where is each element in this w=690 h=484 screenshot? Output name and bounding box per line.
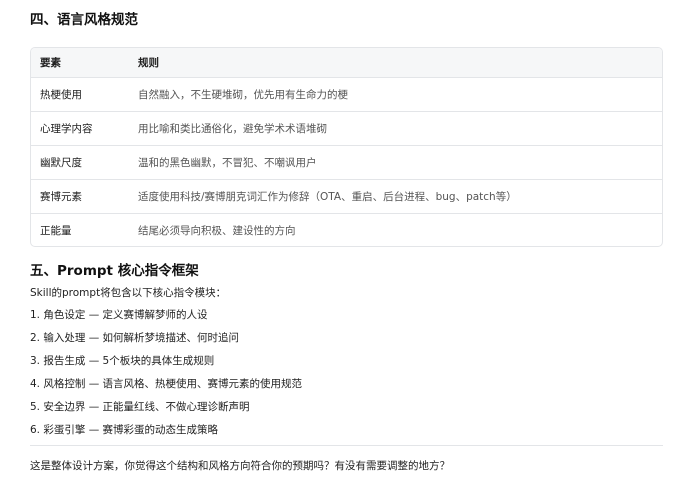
header-rule: 规则 xyxy=(129,48,662,78)
table-row: 心理学内容 用比喻和类比通俗化，避免学术术语堆砌 xyxy=(31,111,662,146)
list-item: 6. 彩蛋引擎 — 赛博彩蛋的动态生成策略 xyxy=(30,424,219,436)
section-4-heading: 四、语言风格规范 xyxy=(30,12,138,28)
table-row: 热梗使用 自然融入，不生硬堆砌，优先用有生命力的梗 xyxy=(31,77,662,112)
table-row: 幽默尺度 温和的黑色幽默，不冒犯、不嘲讽用户 xyxy=(31,145,662,180)
row-rule: 结尾必须导向积极、建设性的方向 xyxy=(138,224,296,237)
table-row: 赛博元素 适度使用科技/赛博朋克词汇作为修辞（OTA、重启、后台进程、bug、p… xyxy=(31,179,662,214)
table-row: 正能量 结尾必须导向积极、建设性的方向 xyxy=(31,213,662,246)
row-element: 正能量 xyxy=(40,224,72,237)
row-rule: 用比喻和类比通俗化，避免学术术语堆砌 xyxy=(129,111,662,146)
list-item: 2. 输入处理 — 如何解析梦境描述、何时追问 xyxy=(30,332,240,344)
row-rule: 自然融入，不生硬堆砌，优先用有生命力的梗 xyxy=(129,77,662,112)
row-element: 赛博元素 xyxy=(31,179,129,214)
list-item: 5. 安全边界 — 正能量红线、不做心理诊断声明 xyxy=(30,401,250,413)
header-element: 要素 xyxy=(31,48,129,78)
section-5-intro: Skill的prompt将包含以下核心指令模块： xyxy=(30,287,227,299)
style-rules-table: 要素 规则 热梗使用 自然融入，不生硬堆砌，优先用有生命力的梗 心理学内容 用比… xyxy=(30,47,663,247)
row-rule: 适度使用科技/赛博朋克词汇作为修辞（OTA、重启、后台进程、bug、patch等… xyxy=(129,179,662,214)
list-item: 1. 角色设定 — 定义赛博解梦师的人设 xyxy=(30,309,208,321)
row-element: 热梗使用 xyxy=(31,77,129,112)
list-item: 4. 风格控制 — 语言风格、热梗使用、赛博元素的使用规范 xyxy=(30,378,303,390)
row-element: 幽默尺度 xyxy=(31,145,129,180)
closing-question: 这是整体设计方案，你觉得这个结构和风格方向符合你的预期吗？有没有需要调整的地方？ xyxy=(30,460,450,472)
instruction-module-list: 1. 角色设定 — 定义赛博解梦师的人设 2. 输入处理 — 如何解析梦境描述、… xyxy=(30,308,302,446)
row-rule: 温和的黑色幽默，不冒犯、不嘲讽用户 xyxy=(129,145,662,180)
section-5-heading: 五、Prompt 核心指令框架 xyxy=(30,263,199,279)
row-element: 心理学内容 xyxy=(31,111,129,146)
list-item: 3. 报告生成 — 5个板块的具体生成规则 xyxy=(30,355,215,367)
table-header-row: 要素 规则 xyxy=(31,48,662,78)
divider xyxy=(30,445,663,446)
